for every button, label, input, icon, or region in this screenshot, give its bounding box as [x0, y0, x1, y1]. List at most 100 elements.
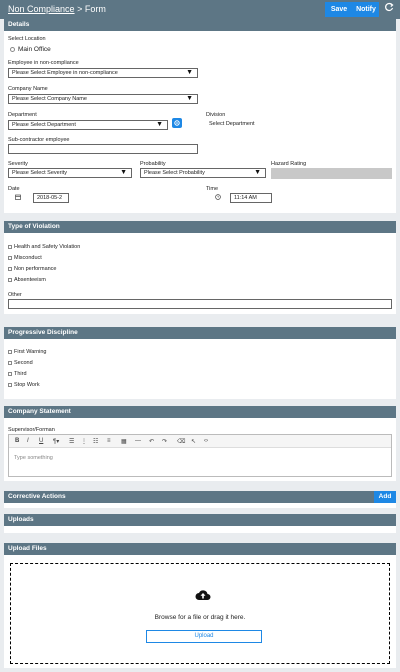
- ordered-list-icon[interactable]: ⋮: [81, 438, 87, 445]
- add-corrective-action-button[interactable]: Add: [374, 491, 396, 503]
- breadcrumb-current: Form: [84, 4, 106, 14]
- browse-instruction: Browse for a file or drag it here.: [154, 614, 246, 621]
- uploads-panel: Uploads: [4, 514, 396, 533]
- discipline-checkbox-first-warning[interactable]: First Warning: [8, 349, 47, 355]
- employee-select[interactable]: Please Select Employee in non-compliance…: [8, 68, 198, 78]
- checkbox-icon[interactable]: [8, 382, 12, 387]
- violation-checkbox-non-performance[interactable]: Non performance: [8, 266, 57, 272]
- department-label: Department: [8, 112, 37, 118]
- employee-label: Employee in non-compliance: [8, 60, 79, 66]
- checkbox-icon[interactable]: [8, 255, 12, 260]
- hazard-rating-field: [271, 168, 392, 179]
- violation-option-label: Misconduct: [14, 255, 42, 261]
- indent-icon[interactable]: ≡: [107, 438, 111, 444]
- breadcrumb: Non Compliance > Form: [8, 4, 106, 14]
- department-select-value: Please Select Department: [12, 122, 76, 128]
- discipline-checkbox-second[interactable]: Second: [8, 360, 33, 366]
- division-label: Division: [206, 112, 226, 118]
- subcontractor-input[interactable]: [8, 144, 198, 154]
- severity-select[interactable]: Please Select Severity ▼: [8, 168, 132, 178]
- rich-text-editor[interactable]: B I U ¶▾ ☰ ⋮ ☷ ≡ ▦ — ↶ ↷ ⌫ ↖ ‹› Type som…: [8, 434, 392, 477]
- severity-label: Severity: [8, 161, 28, 167]
- violation-option-label: Health and Safety Violation: [14, 244, 81, 250]
- clock-icon[interactable]: [215, 194, 221, 202]
- checkbox-icon[interactable]: [8, 349, 12, 354]
- corrective-header: Corrective Actions Add: [4, 491, 396, 503]
- radio-icon[interactable]: [10, 46, 15, 52]
- refresh-icon[interactable]: [384, 2, 394, 15]
- chevron-down-icon: ▼: [186, 69, 193, 76]
- other-input[interactable]: [8, 299, 392, 309]
- upload-files-panel: Upload Files Browse for a file or drag i…: [4, 543, 396, 668]
- discipline-option-label: Stop Work: [14, 382, 40, 388]
- discipline-option-label: First Warning: [14, 349, 47, 355]
- calendar-icon[interactable]: [15, 194, 21, 202]
- upload-button[interactable]: Upload: [146, 630, 262, 643]
- time-label: Time: [206, 186, 219, 192]
- violation-checkbox-absenteeism[interactable]: Absenteeism: [8, 277, 46, 283]
- discipline-checkbox-third[interactable]: Third: [8, 371, 27, 377]
- upload-files-header: Upload Files: [4, 543, 396, 555]
- paragraph-icon[interactable]: ¶▾: [53, 438, 59, 445]
- department-settings-button[interactable]: [172, 118, 182, 128]
- details-panel: Details Select Location Main Office Empl…: [4, 19, 396, 213]
- statement-panel: Company Statement Supervisor/Forman B I …: [4, 406, 396, 481]
- table-icon[interactable]: ▦: [121, 438, 127, 445]
- violation-header: Type of Violation: [4, 221, 396, 233]
- date-input[interactable]: 2018-05-2: [33, 193, 69, 203]
- editor-placeholder: Type something: [14, 455, 53, 461]
- division-value: Select Department: [209, 121, 255, 127]
- violation-option-label: Non performance: [14, 266, 57, 272]
- statement-header: Company Statement: [4, 406, 396, 418]
- horizontal-rule-icon[interactable]: —: [135, 438, 141, 444]
- department-select[interactable]: Please Select Department ▼: [8, 120, 168, 130]
- corrective-title: Corrective Actions: [8, 493, 66, 500]
- severity-select-value: Please Select Severity: [12, 170, 68, 176]
- company-label: Company Name: [8, 86, 48, 92]
- checkbox-icon[interactable]: [8, 266, 12, 271]
- italic-icon[interactable]: I: [27, 438, 29, 444]
- notify-button[interactable]: Notify: [353, 2, 379, 17]
- bold-icon[interactable]: B: [15, 438, 19, 444]
- location-radio[interactable]: Main Office: [10, 46, 51, 53]
- violation-checkbox-misconduct[interactable]: Misconduct: [8, 255, 42, 261]
- violation-option-label: Absenteeism: [14, 277, 46, 283]
- save-button[interactable]: Save: [325, 2, 353, 17]
- align-left-icon[interactable]: ☰: [69, 438, 74, 445]
- chevron-down-icon: ▼: [254, 169, 261, 176]
- discipline-header: Progressive Discipline: [4, 327, 396, 339]
- company-select-value: Please Select Company Name: [12, 96, 87, 102]
- details-header: Details: [4, 19, 396, 31]
- discipline-panel: Progressive Discipline First Warning Sec…: [4, 327, 396, 399]
- probability-select[interactable]: Please Select Probability ▼: [140, 168, 266, 178]
- company-select[interactable]: Please Select Company Name ▼: [8, 94, 198, 104]
- uploads-header: Uploads: [4, 514, 396, 526]
- underline-icon[interactable]: U: [39, 438, 43, 444]
- select-location-label: Select Location: [8, 36, 46, 42]
- breadcrumb-separator: >: [77, 4, 83, 14]
- undo-icon[interactable]: ↶: [149, 438, 154, 445]
- redo-icon[interactable]: ↷: [162, 438, 167, 445]
- breadcrumb-link-non-compliance[interactable]: Non Compliance: [8, 4, 75, 14]
- top-bar: Non Compliance > Form Save Notify: [0, 0, 400, 19]
- discipline-option-label: Second: [14, 360, 33, 366]
- discipline-checkbox-stop-work[interactable]: Stop Work: [8, 382, 40, 388]
- discipline-option-label: Third: [14, 371, 27, 377]
- probability-select-value: Please Select Probability: [144, 170, 205, 176]
- cloud-upload-icon: [195, 588, 211, 604]
- violation-checkbox-health-safety[interactable]: Health and Safety Violation: [8, 244, 80, 250]
- clear-format-icon[interactable]: ⌫: [177, 438, 185, 445]
- bullet-list-icon[interactable]: ☷: [93, 438, 98, 445]
- pointer-icon[interactable]: ↖: [191, 438, 196, 445]
- file-drop-zone[interactable]: Browse for a file or drag it here. Uploa…: [10, 563, 390, 664]
- checkbox-icon[interactable]: [8, 277, 12, 282]
- supervisor-label: Supervisor/Forman: [8, 427, 55, 433]
- chevron-down-icon: ▼: [186, 95, 193, 102]
- checkbox-icon[interactable]: [8, 244, 12, 249]
- code-icon[interactable]: ‹›: [204, 438, 208, 444]
- time-input[interactable]: 11:14 AM: [230, 193, 272, 203]
- checkbox-icon[interactable]: [8, 371, 12, 376]
- employee-select-value: Please Select Employee in non-compliance: [12, 70, 118, 76]
- chevron-down-icon: ▼: [120, 169, 127, 176]
- checkbox-icon[interactable]: [8, 360, 12, 365]
